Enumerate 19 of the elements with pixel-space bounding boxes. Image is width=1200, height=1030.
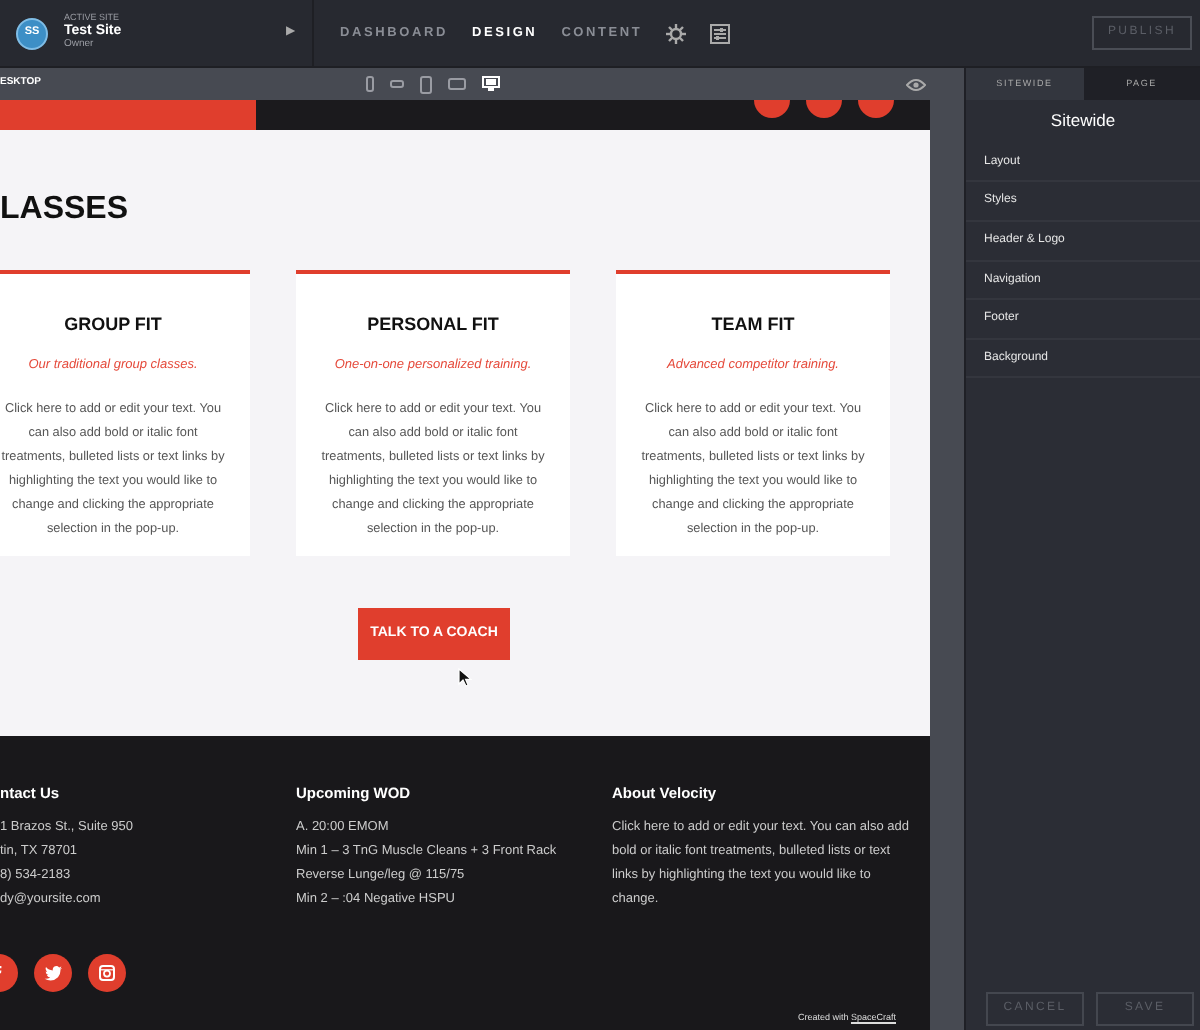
social-icon[interactable]	[754, 100, 790, 118]
tablet-landscape-icon[interactable]	[448, 78, 467, 90]
sliders-icon[interactable]	[710, 23, 731, 43]
twitter-icon[interactable]	[34, 954, 72, 993]
section-heading: LASSES	[0, 192, 131, 228]
panel-title: Sitewide	[1048, 108, 1118, 134]
desktop-icon[interactable]	[482, 76, 501, 92]
tablet-icon[interactable]	[420, 75, 433, 93]
phone-landscape-icon[interactable]	[390, 80, 405, 88]
social-icon[interactable]	[858, 100, 894, 118]
phone-icon[interactable]	[366, 76, 375, 92]
eye-icon[interactable]	[906, 77, 926, 91]
social-icon[interactable]	[806, 100, 842, 118]
card-title: TEAM FIT	[709, 312, 797, 338]
settings-icon[interactable]	[666, 23, 687, 43]
cursor-icon	[458, 668, 472, 688]
card-title: PERSONAL FIT	[365, 312, 501, 338]
instagram-icon[interactable]	[88, 954, 126, 993]
card-title: GROUP FIT	[62, 312, 164, 338]
